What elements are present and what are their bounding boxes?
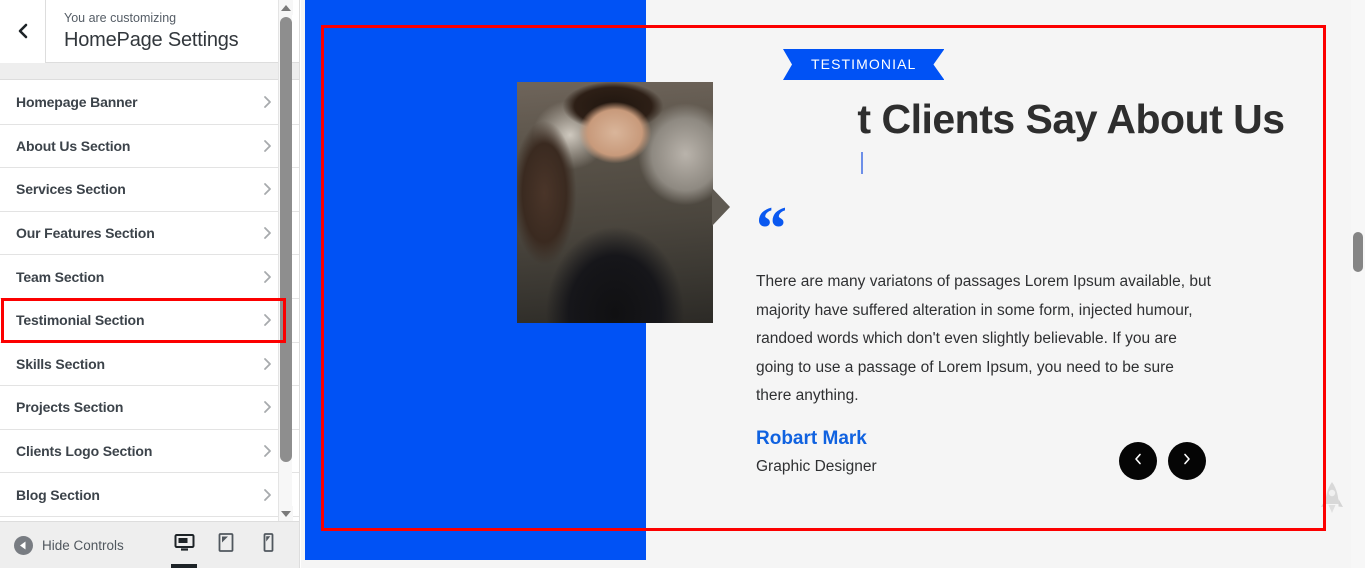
section-list: Homepage Banner About Us Section Service… [0,81,299,521]
testimonial-badge: TESTIMONIAL [783,49,945,80]
sidebar-item-label: Skills Section [16,355,105,372]
chevron-right-icon [262,225,273,241]
sidebar-item-services-section[interactable]: Services Section [0,168,299,212]
chevron-right-icon [262,181,273,197]
heading-divider [861,152,863,174]
prev-testimonial-button[interactable] [1119,442,1157,480]
tablet-preview-button[interactable] [205,522,247,568]
chevron-right-icon [262,443,273,459]
header-divider-band [0,63,299,80]
desktop-icon [174,533,195,558]
mobile-preview-button[interactable] [247,522,289,568]
customizer-header: You are customizing HomePage Settings [0,0,299,63]
chevron-right-icon [262,312,273,328]
sidebar-item-label: Testimonial Section [16,312,145,329]
next-testimonial-button[interactable] [1168,442,1206,480]
sidebar-item-skills-section[interactable]: Skills Section [0,342,299,387]
tablet-icon [217,532,235,558]
scroll-down-arrow-icon[interactable] [279,506,293,521]
chevron-right-icon [262,94,273,110]
sidebar-item-label: Our Features Section [16,225,155,242]
sidebar-item-blog-section[interactable]: Blog Section [0,473,299,517]
mobile-icon [261,532,275,558]
sidebar-item-label: Clients Logo Section [16,443,153,460]
sidebar-item-team-section[interactable]: Team Section [0,255,299,299]
sidebar-item-our-features-section[interactable]: Our Features Section [0,211,299,256]
portrait-image [517,82,713,323]
sidebar-item-label: Projects Section [16,399,124,416]
desktop-preview-button[interactable] [163,522,205,568]
sidebar-item-testimonial-section[interactable]: Testimonial Section [0,298,299,343]
device-preview-buttons [163,521,289,568]
sidebar-item-label: About Us Section [16,137,131,154]
customizer-footer: Hide Controls [0,521,299,568]
sidebar-item-label: Team Section [16,268,105,285]
testimonial-nav [1119,442,1206,480]
chevron-right-icon [262,269,273,285]
hide-controls-label: Hide Controls [42,537,124,553]
customizer-title-block: You are customizing HomePage Settings [46,10,239,53]
sidebar-scrollbar[interactable] [278,0,293,568]
sidebar-item-label: Blog Section [16,486,100,503]
testimonial-quote-text: There are many variatons of passages Lor… [756,273,1211,404]
customizing-kicker: You are customizing [64,10,177,25]
sidebar-item-homepage-banner[interactable]: Homepage Banner [0,81,299,125]
sidebar-item-label: Homepage Banner [16,94,138,111]
preview-scrollbar-thumb[interactable] [1353,232,1363,272]
testimonial-author-name: Robart Mark [756,428,867,449]
testimonial-badge-label: TESTIMONIAL [783,49,945,80]
chevron-right-icon [262,399,273,415]
customizer-screen: You are customizing HomePage Settings Ho… [0,0,1365,568]
quote-open-icon: “ [756,195,787,263]
chevron-left-icon [1132,452,1144,471]
testimonial-author-role: Graphic Designer [756,458,877,475]
sidebar-item-label: Services Section [16,181,126,198]
customizer-sidebar: You are customizing HomePage Settings Ho… [0,0,300,568]
sidebar-scrollbar-thumb[interactable] [280,17,292,462]
section-heading: t Clients Say About Us [857,96,1285,142]
sidebar-item-clients-logo-section[interactable]: Clients Logo Section [0,429,299,474]
sidebar-item-projects-section[interactable]: Projects Section [0,386,299,430]
rocket-icon[interactable] [1319,480,1345,520]
site-preview: TESTIMONIAL t Clients Say About Us “ The… [301,0,1365,568]
chevron-right-icon [1181,452,1193,471]
testimonial-portrait [517,82,730,323]
sidebar-item-about-us-section[interactable]: About Us Section [0,124,299,169]
preview-scrollbar[interactable] [1351,0,1365,568]
chevron-right-icon [262,487,273,503]
collapse-arrow-icon [14,535,33,555]
chevron-right-icon [262,138,273,154]
page-title: HomePage Settings [64,28,239,51]
portrait-pointer-arrow [712,188,730,227]
hide-controls-button[interactable]: Hide Controls [0,535,124,555]
chevron-right-icon [262,356,273,372]
chevron-left-icon [16,22,29,40]
back-button[interactable] [0,0,46,63]
scroll-up-arrow-icon[interactable] [279,0,293,15]
